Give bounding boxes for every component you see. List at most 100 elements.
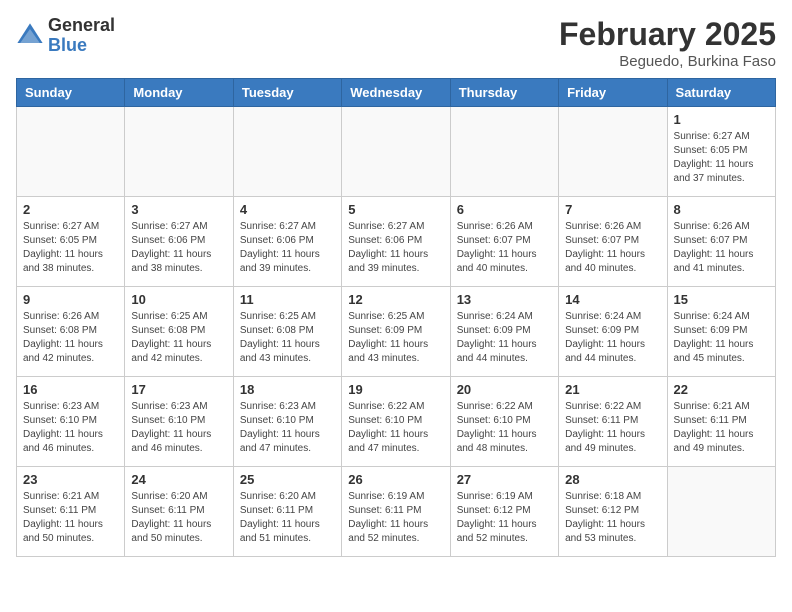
weekday-thursday: Thursday: [450, 79, 558, 107]
calendar-cell: 8 Sunrise: 6:26 AM Sunset: 6:07 PM Daylig…: [667, 197, 775, 287]
logo-text: General Blue: [48, 16, 115, 56]
calendar-cell: 9Sunrise: 6:26 AM Sunset: 6:08 PM Daylig…: [17, 287, 125, 377]
calendar-cell: 5Sunrise: 6:27 AM Sunset: 6:06 PM Daylig…: [342, 197, 450, 287]
calendar-cell: 4 Sunrise: 6:27 AM Sunset: 6:06 PM Daylig…: [233, 197, 341, 287]
week-row-1: 1Sunrise: 6:27 AM Sunset: 6:05 PM Daylig…: [17, 107, 776, 197]
weekday-saturday: Saturday: [667, 79, 775, 107]
calendar-cell: [125, 107, 233, 197]
day-info: Sunrise: 6:27 AM Sunset: 6:06 PM Dayligh…: [240, 220, 335, 276]
day-number: 19: [348, 382, 443, 397]
day-info: Sunrise: 6:23 AM Sunset: 6:10 PM Dayligh…: [240, 400, 335, 456]
day-info: Sunrise: 6:18 AM Sunset: 6:12 PM Dayligh…: [565, 490, 660, 546]
calendar-cell: 12 Sunrise: 6:25 AM Sunset: 6:09 PM Dayli…: [342, 287, 450, 377]
calendar-cell: 16 Sunrise: 6:23 AM Sunset: 6:10 PM Dayli…: [17, 377, 125, 467]
calendar-cell: 25Sunrise: 6:20 AM Sunset: 6:11 PM Dayli…: [233, 467, 341, 557]
day-number: 21: [565, 382, 660, 397]
day-number: 2: [23, 202, 118, 217]
week-row-5: 23Sunrise: 6:21 AM Sunset: 6:11 PM Dayli…: [17, 467, 776, 557]
weekday-wednesday: Wednesday: [342, 79, 450, 107]
calendar-cell: 10 Sunrise: 6:25 AM Sunset: 6:08 PM Dayli…: [125, 287, 233, 377]
day-number: 22: [674, 382, 769, 397]
day-info: Sunrise: 6:21 AM Sunset: 6:11 PM Dayligh…: [23, 490, 118, 546]
day-info: Sunrise: 6:26 AM Sunset: 6:08 PM Dayligh…: [23, 310, 118, 366]
day-info: Sunrise: 6:25 AM Sunset: 6:08 PM Dayligh…: [131, 310, 226, 366]
logo-blue: Blue: [48, 35, 87, 55]
day-number: 1: [674, 112, 769, 127]
day-number: 12: [348, 292, 443, 307]
calendar-table: SundayMondayTuesdayWednesdayThursdayFrid…: [16, 78, 776, 557]
logo-icon: [16, 22, 44, 50]
calendar-cell: 22 Sunrise: 6:21 AM Sunset: 6:11 PM Dayli…: [667, 377, 775, 467]
calendar-cell: 24 Sunrise: 6:20 AM Sunset: 6:11 PM Dayli…: [125, 467, 233, 557]
weekday-header-row: SundayMondayTuesdayWednesdayThursdayFrid…: [17, 79, 776, 107]
day-info: Sunrise: 6:22 AM Sunset: 6:10 PM Dayligh…: [348, 400, 443, 456]
day-number: 28: [565, 472, 660, 487]
day-info: Sunrise: 6:26 AM Sunset: 6:07 PM Dayligh…: [457, 220, 552, 276]
calendar-cell: 2Sunrise: 6:27 AM Sunset: 6:05 PM Daylig…: [17, 197, 125, 287]
calendar-cell: [17, 107, 125, 197]
calendar-cell: 20 Sunrise: 6:22 AM Sunset: 6:10 PM Dayli…: [450, 377, 558, 467]
day-number: 10: [131, 292, 226, 307]
calendar-cell: 19 Sunrise: 6:22 AM Sunset: 6:10 PM Dayli…: [342, 377, 450, 467]
day-info: Sunrise: 6:20 AM Sunset: 6:11 PM Dayligh…: [131, 490, 226, 546]
logo: General Blue: [16, 16, 115, 56]
day-number: 14: [565, 292, 660, 307]
calendar-cell: [233, 107, 341, 197]
day-number: 13: [457, 292, 552, 307]
day-number: 15: [674, 292, 769, 307]
day-info: Sunrise: 6:27 AM Sunset: 6:06 PM Dayligh…: [131, 220, 226, 276]
day-number: 17: [131, 382, 226, 397]
weekday-sunday: Sunday: [17, 79, 125, 107]
day-number: 20: [457, 382, 552, 397]
day-info: Sunrise: 6:20 AM Sunset: 6:11 PM Dayligh…: [240, 490, 335, 546]
day-info: Sunrise: 6:22 AM Sunset: 6:11 PM Dayligh…: [565, 400, 660, 456]
calendar-cell: 26Sunrise: 6:19 AM Sunset: 6:11 PM Dayli…: [342, 467, 450, 557]
day-number: 16: [23, 382, 118, 397]
calendar-cell: [667, 467, 775, 557]
day-info: Sunrise: 6:19 AM Sunset: 6:12 PM Dayligh…: [457, 490, 552, 546]
calendar-cell: 13 Sunrise: 6:24 AM Sunset: 6:09 PM Dayli…: [450, 287, 558, 377]
page-header: General Blue February 2025 Beguedo, Burk…: [16, 16, 776, 70]
calendar-cell: [559, 107, 667, 197]
calendar-cell: 15 Sunrise: 6:24 AM Sunset: 6:09 PM Dayli…: [667, 287, 775, 377]
day-info: Sunrise: 6:24 AM Sunset: 6:09 PM Dayligh…: [565, 310, 660, 366]
day-info: Sunrise: 6:25 AM Sunset: 6:09 PM Dayligh…: [348, 310, 443, 366]
weekday-monday: Monday: [125, 79, 233, 107]
day-info: Sunrise: 6:24 AM Sunset: 6:09 PM Dayligh…: [457, 310, 552, 366]
day-info: Sunrise: 6:23 AM Sunset: 6:10 PM Dayligh…: [23, 400, 118, 456]
day-number: 4: [240, 202, 335, 217]
weekday-friday: Friday: [559, 79, 667, 107]
day-number: 8: [674, 202, 769, 217]
calendar-subtitle: Beguedo, Burkina Faso: [559, 53, 776, 70]
day-info: Sunrise: 6:26 AM Sunset: 6:07 PM Dayligh…: [674, 220, 769, 276]
day-info: Sunrise: 6:23 AM Sunset: 6:10 PM Dayligh…: [131, 400, 226, 456]
day-number: 6: [457, 202, 552, 217]
day-info: Sunrise: 6:22 AM Sunset: 6:10 PM Dayligh…: [457, 400, 552, 456]
week-row-3: 9Sunrise: 6:26 AM Sunset: 6:08 PM Daylig…: [17, 287, 776, 377]
day-info: Sunrise: 6:21 AM Sunset: 6:11 PM Dayligh…: [674, 400, 769, 456]
week-row-2: 2Sunrise: 6:27 AM Sunset: 6:05 PM Daylig…: [17, 197, 776, 287]
day-info: Sunrise: 6:24 AM Sunset: 6:09 PM Dayligh…: [674, 310, 769, 366]
week-row-4: 16 Sunrise: 6:23 AM Sunset: 6:10 PM Dayli…: [17, 377, 776, 467]
logo-general: General: [48, 15, 115, 35]
calendar-cell: 21 Sunrise: 6:22 AM Sunset: 6:11 PM Dayli…: [559, 377, 667, 467]
calendar-cell: 7Sunrise: 6:26 AM Sunset: 6:07 PM Daylig…: [559, 197, 667, 287]
calendar-cell: [342, 107, 450, 197]
day-info: Sunrise: 6:25 AM Sunset: 6:08 PM Dayligh…: [240, 310, 335, 366]
calendar-cell: 28 Sunrise: 6:18 AM Sunset: 6:12 PM Dayli…: [559, 467, 667, 557]
calendar-cell: 18 Sunrise: 6:23 AM Sunset: 6:10 PM Dayli…: [233, 377, 341, 467]
calendar-cell: 1Sunrise: 6:27 AM Sunset: 6:05 PM Daylig…: [667, 107, 775, 197]
day-number: 11: [240, 292, 335, 307]
calendar-title: February 2025: [559, 16, 776, 53]
day-number: 24: [131, 472, 226, 487]
calendar-cell: 27 Sunrise: 6:19 AM Sunset: 6:12 PM Dayli…: [450, 467, 558, 557]
day-info: Sunrise: 6:26 AM Sunset: 6:07 PM Dayligh…: [565, 220, 660, 276]
calendar-cell: 17 Sunrise: 6:23 AM Sunset: 6:10 PM Dayli…: [125, 377, 233, 467]
calendar-cell: 3Sunrise: 6:27 AM Sunset: 6:06 PM Daylig…: [125, 197, 233, 287]
day-info: Sunrise: 6:19 AM Sunset: 6:11 PM Dayligh…: [348, 490, 443, 546]
calendar-cell: 14 Sunrise: 6:24 AM Sunset: 6:09 PM Dayli…: [559, 287, 667, 377]
day-number: 18: [240, 382, 335, 397]
day-number: 27: [457, 472, 552, 487]
weekday-tuesday: Tuesday: [233, 79, 341, 107]
calendar-cell: 11 Sunrise: 6:25 AM Sunset: 6:08 PM Dayli…: [233, 287, 341, 377]
